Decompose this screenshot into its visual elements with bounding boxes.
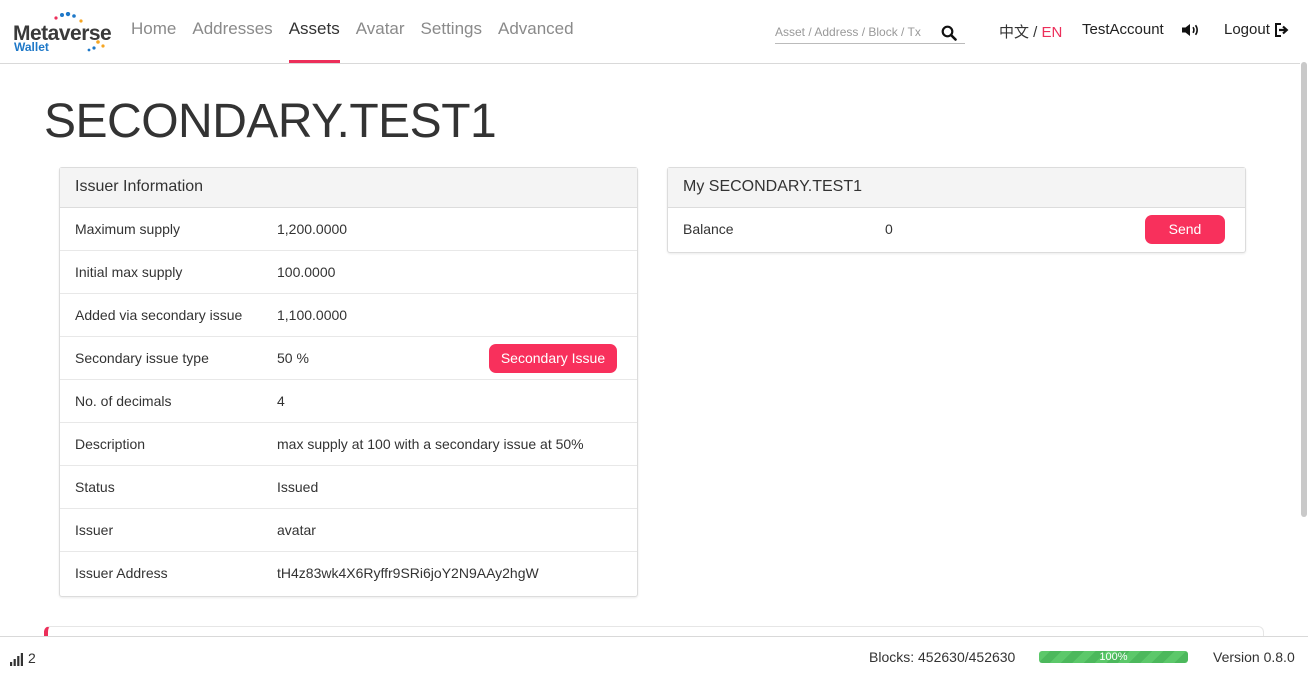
brand-subtitle: Wallet bbox=[14, 40, 49, 54]
volume-icon[interactable] bbox=[1181, 22, 1201, 38]
issuer-row: Issuer Address tH4z83wk4X6Ryffr9SRi6joY2… bbox=[60, 552, 637, 594]
my-asset-card: My SECONDARY.TEST1 Balance 0 Send bbox=[667, 167, 1246, 253]
my-asset-heading: My SECONDARY.TEST1 bbox=[668, 168, 1245, 208]
row-value: max supply at 100 with a secondary issue… bbox=[277, 436, 584, 452]
search-box bbox=[775, 22, 965, 44]
row-label: No. of decimals bbox=[75, 393, 172, 409]
nav-assets[interactable]: Assets bbox=[281, 0, 348, 63]
lang-zh[interactable]: 中文 bbox=[999, 24, 1029, 41]
nav-home[interactable]: Home bbox=[123, 0, 184, 63]
row-value: tH4z83wk4X6Ryffr9SRi6joY2N9AAy2hgW bbox=[277, 565, 539, 581]
row-value: 100.0000 bbox=[277, 264, 336, 280]
top-navbar: Metaverse Wallet Home Addresses Assets A… bbox=[0, 0, 1306, 64]
send-button[interactable]: Send bbox=[1145, 215, 1225, 244]
issuer-information-card: Issuer Information Maximum supply 1,200.… bbox=[59, 167, 638, 597]
issuer-row: Description max supply at 100 with a sec… bbox=[60, 423, 637, 466]
issuer-row: No. of decimals 4 bbox=[60, 380, 637, 423]
metaverse-logo[interactable]: Metaverse Wallet bbox=[13, 12, 113, 56]
page-title: SECONDARY.TEST1 bbox=[44, 95, 497, 148]
issuer-row: Status Issued bbox=[60, 466, 637, 509]
block-height: Blocks: 452630/452630 bbox=[869, 649, 1016, 665]
balance-row: Balance 0 Send bbox=[668, 208, 1245, 250]
peer-count: 2 bbox=[10, 650, 36, 666]
row-label: Maximum supply bbox=[75, 221, 181, 237]
nav-settings[interactable]: Settings bbox=[413, 0, 490, 63]
row-value: Issued bbox=[277, 479, 319, 495]
row-label: Issuer bbox=[75, 522, 114, 538]
page-scrollbar[interactable] bbox=[1300, 0, 1308, 635]
row-value: 1,200.0000 bbox=[277, 221, 348, 237]
issuer-row: Issuer avatar bbox=[60, 509, 637, 552]
peer-count-value: 2 bbox=[28, 650, 36, 666]
issuer-row: Added via secondary issue 1,100.0000 bbox=[60, 294, 637, 337]
issuer-row: Maximum supply 1,200.0000 bbox=[60, 208, 637, 251]
logout-button[interactable]: Logout bbox=[1224, 21, 1289, 38]
issuer-row: Secondary issue type 50 % Secondary Issu… bbox=[60, 337, 637, 380]
row-label: Initial max supply bbox=[75, 264, 183, 280]
row-value: avatar bbox=[277, 522, 316, 538]
row-value: 50 % bbox=[277, 350, 309, 366]
sync-progress-label: 100% bbox=[1099, 651, 1128, 663]
issuer-information-heading: Issuer Information bbox=[60, 168, 637, 208]
row-label: Secondary issue type bbox=[75, 350, 209, 366]
signal-icon bbox=[10, 653, 23, 666]
lang-en[interactable]: EN bbox=[1042, 24, 1063, 41]
search-icon[interactable] bbox=[941, 25, 957, 41]
row-label: Description bbox=[75, 436, 146, 452]
logout-icon bbox=[1274, 22, 1289, 37]
row-label: Added via secondary issue bbox=[75, 307, 243, 323]
scrollbar-thumb[interactable] bbox=[1301, 62, 1307, 517]
secondary-issue-button[interactable]: Secondary Issue bbox=[489, 344, 617, 373]
nav-avatar[interactable]: Avatar bbox=[348, 0, 413, 63]
logout-label: Logout bbox=[1224, 21, 1270, 38]
status-footer: 2 Blocks: 452630/452630 100% Version 0.8… bbox=[0, 636, 1308, 676]
main-nav: Home Addresses Assets Avatar Settings Ad… bbox=[123, 0, 582, 63]
nav-advanced[interactable]: Advanced bbox=[490, 0, 582, 63]
sync-progress-bar: 100% bbox=[1039, 651, 1188, 663]
lang-separator: / bbox=[1029, 24, 1042, 41]
language-switcher: 中文 / EN bbox=[999, 21, 1062, 42]
row-label: Status bbox=[75, 479, 115, 495]
row-value: 1,100.0000 bbox=[277, 307, 348, 323]
nav-addresses[interactable]: Addresses bbox=[184, 0, 280, 63]
version-label: Version 0.8.0 bbox=[1213, 649, 1295, 665]
account-name[interactable]: TestAccount bbox=[1082, 21, 1164, 38]
balance-label: Balance bbox=[683, 221, 734, 237]
issuer-row: Initial max supply 100.0000 bbox=[60, 251, 637, 294]
row-label: Issuer Address bbox=[75, 565, 168, 581]
row-value: 4 bbox=[277, 393, 285, 409]
balance-value: 0 bbox=[885, 221, 893, 237]
search-input[interactable] bbox=[775, 22, 935, 42]
